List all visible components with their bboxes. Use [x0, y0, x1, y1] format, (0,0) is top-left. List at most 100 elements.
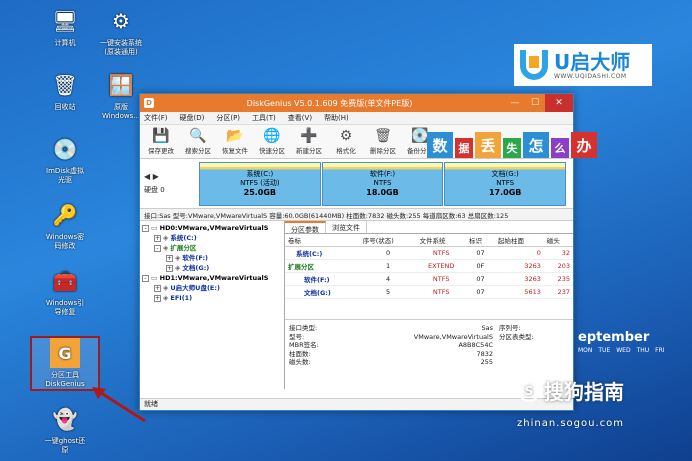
tree-node[interactable]: + ◈ 文档(G:) [142, 263, 282, 273]
partition-fs: NTFS [496, 179, 515, 187]
column-header[interactable]: 标识 [465, 234, 495, 247]
expand-icon[interactable]: + [154, 284, 161, 292]
disk-tree: - ▭ HD0:VMware,VMwareVirtualS + ◈ 系统(C:) - ◈ 扩展分… [140, 221, 285, 389]
table-row[interactable]: 文档(G:) 5 NTFS 07 5613 237 [285, 285, 573, 299]
detail-key: MBR签名: [289, 341, 319, 349]
toolbar: 💾 保存更改 🔍 搜索分区 📂 恢复文件 🌐 快速分区 ➕ 新建分区 ⚙ 格式化 🗑 删除分区 💽 备份分区 … [140, 125, 597, 159]
toolbar-button-5[interactable]: ⚙ 格式化 [329, 127, 363, 155]
desktop-icon-4[interactable]: 💿 ImDisk虚拟 光驱 [30, 134, 100, 185]
window-titlebar[interactable]: D DiskGenius V5.0.1.609 免费版(单文件PE版) — ☐ … [140, 94, 573, 112]
column-header[interactable]: 磁头 [543, 234, 573, 247]
table-cell-id: 07 [465, 272, 495, 286]
collapse-icon[interactable]: - [142, 274, 149, 282]
tab-1[interactable]: 浏览文件 [326, 221, 367, 233]
desktop-icon-label: 一键安装系统 (原装通用) [100, 39, 142, 56]
table-cell-head: 237 [543, 285, 573, 299]
tab-0[interactable]: 分区参数 [285, 221, 326, 234]
table-cell-cyl: 0 [495, 246, 544, 260]
calendar-day: FRI [655, 347, 665, 354]
table-cell-fs: NTFS [416, 285, 466, 299]
toolbar-label: 保存更改 [148, 147, 174, 155]
toolbar-icon-1: 🔍 [189, 128, 207, 144]
column-header[interactable]: 起始柱面 [495, 234, 544, 247]
partition-table: 卷标 序号(状态) 文件系统 标识 起始柱面 磁头 系统(C:) 0 NTFS 07 0 32 扩展分… [285, 234, 573, 299]
table-cell-fs: NTFS [416, 246, 466, 260]
menu-item-1[interactable]: 硬盘(D) [180, 113, 205, 123]
partition-icon: ◈ [163, 284, 169, 292]
expand-icon[interactable]: + [154, 294, 161, 302]
tree-node[interactable]: + ◈ U启大师U盘(E:) [142, 283, 282, 293]
partition-icon: ◈ [163, 234, 169, 242]
watermark-url: zhinan.sogou.com [517, 418, 625, 429]
partition-name: 系统(C:) [246, 170, 274, 178]
toolbar-button-2[interactable]: 📂 恢复文件 [218, 127, 252, 155]
table-cell-id: 07 [465, 246, 495, 260]
banner-char: 怎 [523, 132, 549, 158]
menu-item-4[interactable]: 查看(V) [288, 113, 312, 123]
tree-node[interactable]: - ▭ HD1:VMware,VMwareVirtualS [142, 273, 282, 283]
partition-block-0[interactable]: 系统(C:) NTFS (活动) 25.0GB [199, 161, 321, 206]
expand-icon[interactable]: + [166, 254, 173, 262]
table-row[interactable]: 扩展分区 1 EXTEND 0F 3263 203 [285, 259, 573, 273]
toolbar-button-3[interactable]: 🌐 快速分区 [255, 127, 289, 155]
calendar-month: eptember [578, 330, 650, 345]
toolbar-button-0[interactable]: 💾 保存更改 [144, 127, 178, 155]
tree-node[interactable]: + ◈ 系统(C:) [142, 233, 282, 243]
collapse-icon[interactable]: - [142, 224, 149, 232]
menu-item-2[interactable]: 分区(P) [216, 113, 240, 123]
tree-node[interactable]: + ◈ EFI(1) [142, 293, 282, 303]
detail-key [499, 341, 569, 350]
logo-main-text: U启大师 [554, 49, 631, 74]
toolbar-button-1[interactable]: 🔍 搜索分区 [181, 127, 215, 155]
partition-block-1[interactable]: 软件(F:) NTFS 18.0GB [321, 161, 444, 206]
detail-key: 分区表类型: [499, 332, 534, 341]
computer-icon: 🖥 [52, 8, 78, 33]
expand-icon[interactable]: + [166, 264, 173, 272]
menu-item-0[interactable]: 文件(F) [144, 113, 168, 123]
diskgenius-icon: G [50, 338, 80, 368]
toolbar-icon-0: 💾 [152, 128, 170, 144]
detail-key: 型号: [289, 332, 305, 341]
tree-node[interactable]: - ◈ 扩展分区 [142, 243, 282, 253]
detail-key [499, 358, 569, 367]
table-cell-label: 文档(G:) [285, 285, 360, 299]
table-cell-seq: 0 [359, 246, 417, 260]
partition-block-2[interactable]: 文档(G:) NTFS 17.0GB [444, 161, 567, 206]
table-row[interactable]: 软件(F:) 4 NTFS 07 3263 235 [285, 272, 573, 286]
desktop-icon-5[interactable]: 🔑 Windows密 码修改 [30, 200, 100, 251]
expand-icon[interactable]: + [154, 234, 161, 242]
calendar-day: TUE [598, 347, 611, 354]
partition-icon: ◈ [175, 264, 181, 272]
table-cell-head: 235 [543, 272, 573, 286]
desktop-icon-6[interactable]: 🧰 Windows引 导修复 [30, 266, 100, 317]
tree-node[interactable]: + ◈ 软件(F:) [142, 253, 282, 263]
collapse-icon[interactable]: - [154, 244, 161, 252]
toolbar-label: 快速分区 [259, 147, 285, 155]
disk-nav-arrows-icon[interactable]: ◀ ▶ [144, 172, 199, 181]
hard-disk-icon: ▭ [151, 274, 158, 282]
toolbar-button-4[interactable]: ➕ 新建分区 [292, 127, 326, 155]
toolbar-label: 新建分区 [296, 147, 322, 155]
column-header[interactable]: 文件系统 [416, 234, 466, 247]
close-button[interactable]: ✕ [545, 94, 573, 112]
table-cell-fs: NTFS [416, 272, 466, 286]
menu-item-3[interactable]: 工具(T) [252, 113, 276, 123]
toolbar-button-6[interactable]: 🗑 删除分区 [366, 127, 400, 155]
disk-label: 硬盘 0 [144, 186, 165, 194]
tree-node[interactable]: - ▭ HD0:VMware,VMwareVirtualS [142, 223, 282, 233]
data-loss-banner[interactable]: 数据丢失怎么办 [427, 126, 597, 158]
hard-disk-icon: ▭ [151, 224, 158, 232]
toolbar-icon-5: ⚙ [339, 128, 353, 144]
menu-item-5[interactable]: 帮助(H) [324, 113, 349, 123]
tree-node-label: HD0:VMware,VMwareVirtualS [159, 224, 269, 232]
desktop-icon-label: 一键ghost还 原 [44, 437, 86, 454]
maximize-button[interactable]: ☐ [525, 94, 545, 112]
desktop-icon-7[interactable]: G 分区工具 DiskGenius [30, 336, 100, 391]
table-row[interactable]: 系统(C:) 0 NTFS 07 0 32 [285, 246, 573, 260]
desktop-icon-1[interactable]: ⚙ 一键安装系统 (原装通用) [86, 6, 156, 57]
column-header[interactable]: 卷标 [285, 234, 360, 247]
minimize-button[interactable]: — [505, 94, 525, 112]
column-header[interactable]: 序号(状态) [359, 234, 417, 247]
toolbar-icon-3: 🌐 [263, 128, 281, 144]
tree-node-label: HD1:VMware,VMwareVirtualS [159, 274, 269, 282]
